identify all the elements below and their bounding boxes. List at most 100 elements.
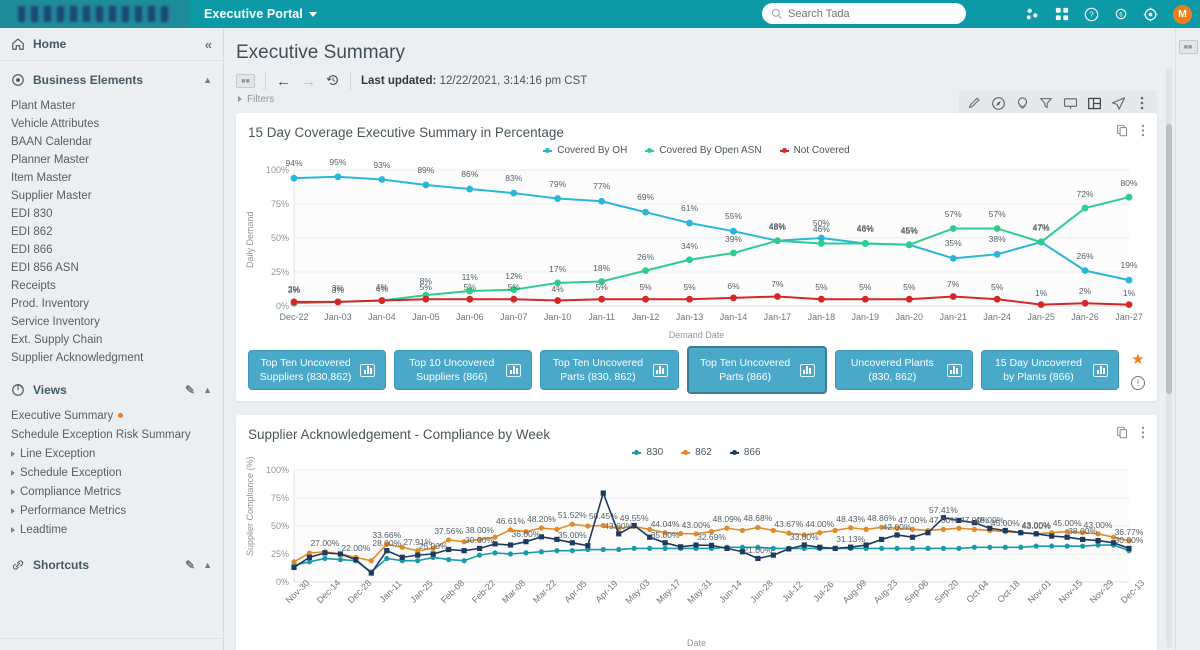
data-label: 39% — [725, 234, 742, 244]
help-icon[interactable]: ? — [1084, 7, 1099, 22]
star-icon[interactable]: ★ — [1131, 350, 1144, 368]
filter-icon[interactable] — [1035, 93, 1057, 113]
chevron-up-icon[interactable]: ▲ — [203, 560, 212, 570]
data-label: 7% — [771, 279, 783, 289]
edit-pencil-icon[interactable]: ✎ — [185, 383, 195, 397]
legend-item-Covered By OH[interactable]: Covered By OH — [543, 145, 627, 156]
sidebar-item-prod-inventory[interactable]: Prod. Inventory — [0, 295, 223, 313]
avatar[interactable]: M — [1173, 5, 1192, 24]
drilldown-button-4[interactable]: Uncovered Plants (830, 862) — [835, 350, 973, 390]
card-header: Supplier Acknowledgement - Compliance by… — [236, 415, 1157, 444]
data-label: 57.41% — [929, 505, 958, 515]
collapse-sidebar-icon[interactable]: « — [205, 37, 212, 52]
notification-icon[interactable]: 6 — [1114, 7, 1128, 21]
copy-icon[interactable] — [1116, 426, 1129, 442]
svg-text:?: ? — [1089, 10, 1094, 19]
legend-item-Not Covered[interactable]: Not Covered — [780, 145, 850, 156]
data-label: 44.00% — [805, 519, 834, 529]
sidebar-section-shortcuts[interactable]: Shortcuts ✎ ▲ — [0, 550, 223, 580]
drilldown-button-3[interactable]: Top Ten Uncovered Parts (866) — [687, 346, 827, 394]
legend-label: Covered By OH — [557, 145, 627, 156]
sidebar-view-performance-metrics[interactable]: Performance Metrics — [0, 502, 223, 521]
bulb-icon[interactable] — [1011, 93, 1033, 113]
chevron-up-icon[interactable]: ▲ — [203, 385, 212, 395]
chevron-right-icon[interactable] — [11, 508, 15, 514]
edit-pencil-icon[interactable] — [963, 93, 985, 113]
chevron-right-icon[interactable] — [11, 470, 15, 476]
y-axis-label: Supplier Compliance (%) — [245, 456, 255, 556]
drilldown-button-5[interactable]: 15 Day Uncovered by Plants (866) — [981, 350, 1119, 390]
sidebar-view-line-exception[interactable]: Line Exception — [0, 445, 223, 464]
main-scrollbar[interactable] — [1166, 68, 1172, 648]
scrollbar-thumb[interactable] — [1166, 124, 1172, 394]
present-icon[interactable] — [1059, 93, 1081, 113]
sidebar-item-receipts[interactable]: Receipts — [0, 277, 223, 295]
forward-arrow-icon[interactable]: → — [301, 74, 316, 89]
sidebar-item-plant-master[interactable]: Plant Master — [0, 97, 223, 115]
id-badge-icon[interactable]: ■■ — [236, 74, 255, 88]
sidebar-item-planner-master[interactable]: Planner Master — [0, 151, 223, 169]
search-box[interactable] — [762, 3, 966, 24]
x-axis-tick: Jan-25 — [1027, 312, 1055, 322]
chevron-up-icon[interactable]: ▲ — [203, 75, 212, 85]
sidebar-item-edi-866[interactable]: EDI 866 — [0, 241, 223, 259]
brand-logo[interactable] — [0, 0, 190, 28]
sidebar-item-edi-862[interactable]: EDI 862 — [0, 223, 223, 241]
drilldown-button-label: Top Ten Uncovered Suppliers (830,862) — [259, 356, 352, 384]
settings-gear-icon[interactable] — [1143, 7, 1158, 22]
data-label: 80% — [1120, 178, 1137, 188]
info-circle-icon[interactable]: ! — [1131, 376, 1145, 390]
data-label: 1% — [1035, 288, 1047, 298]
sidebar-view-schedule-exception-risk-summary[interactable]: Schedule Exception Risk Summary — [0, 426, 223, 445]
send-icon[interactable] — [1107, 93, 1129, 113]
legend-item-830[interactable]: 830 — [632, 447, 663, 458]
chevron-right-icon[interactable] — [11, 527, 15, 533]
more-vertical-icon[interactable] — [1141, 426, 1145, 442]
sidebar-item-service-inventory[interactable]: Service Inventory — [0, 313, 223, 331]
more-vertical-icon[interactable] — [1141, 124, 1145, 140]
sidebar-item-vehicle-attributes[interactable]: Vehicle Attributes — [0, 115, 223, 133]
history-clock-icon[interactable] — [326, 73, 340, 90]
copy-icon[interactable] — [1116, 124, 1129, 140]
drilldown-button-1[interactable]: Top 10 Uncovered Suppliers (866) — [394, 350, 532, 390]
data-label: 55% — [725, 211, 742, 221]
business-elements-label: Business Elements — [33, 73, 195, 87]
sidebar-item-baan-calendar[interactable]: BAAN Calendar — [0, 133, 223, 151]
id-badge-icon[interactable]: ■■ — [1179, 40, 1198, 54]
back-arrow-icon[interactable]: ← — [276, 74, 291, 89]
sidebar-section-business-elements[interactable]: Business Elements ▲ — [0, 65, 223, 95]
drilldown-button-0[interactable]: Top Ten Uncovered Suppliers (830,862) — [248, 350, 386, 390]
legend-item-862[interactable]: 862 — [681, 447, 712, 458]
data-label: 4% — [376, 284, 388, 294]
sidebar-item-item-master[interactable]: Item Master — [0, 169, 223, 187]
drilldown-button-2[interactable]: Top Ten Uncovered Parts (830, 862) — [540, 350, 678, 390]
layout-icon[interactable] — [1083, 93, 1105, 113]
sidebar-view-leadtime[interactable]: Leadtime — [0, 521, 223, 540]
legend-marker — [681, 448, 690, 457]
compass-icon[interactable] — [987, 93, 1009, 113]
sidebar-view-compliance-metrics[interactable]: Compliance Metrics — [0, 483, 223, 502]
sidebar-view-executive-summary[interactable]: Executive Summary — [0, 407, 223, 426]
contacts-icon[interactable] — [1025, 7, 1040, 22]
chevron-right-icon[interactable] — [11, 451, 15, 457]
chevron-right-icon[interactable] — [11, 489, 15, 495]
sidebar-view-schedule-exception[interactable]: Schedule Exception — [0, 464, 223, 483]
sidebar-view-label: Leadtime — [20, 524, 67, 536]
legend-item-Covered By Open ASN[interactable]: Covered By Open ASN — [645, 145, 761, 156]
edit-pencil-icon[interactable]: ✎ — [185, 558, 195, 572]
bar-chart-icon — [947, 364, 962, 377]
sidebar-item-supplier-master[interactable]: Supplier Master — [0, 187, 223, 205]
data-label: 83% — [505, 173, 522, 183]
chevron-down-icon — [309, 12, 317, 17]
apps-grid-icon[interactable] — [1055, 7, 1069, 21]
search-input[interactable] — [788, 8, 948, 20]
sidebar-item-supplier-acknowledgment[interactable]: Supplier Acknowledgment — [0, 349, 223, 367]
sidebar-item-ext-supply-chain[interactable]: Ext. Supply Chain — [0, 331, 223, 349]
sidebar-section-views[interactable]: Views ✎ ▲ — [0, 375, 223, 405]
sidebar-item-edi-856-asn[interactable]: EDI 856 ASN — [0, 259, 223, 277]
more-vertical-icon[interactable] — [1131, 93, 1153, 113]
sidebar-item-edi-830[interactable]: EDI 830 — [0, 205, 223, 223]
sidebar-item-home[interactable]: Home « — [0, 28, 223, 61]
portal-selector[interactable]: Executive Portal — [204, 7, 317, 21]
legend-item-866[interactable]: 866 — [730, 447, 761, 458]
